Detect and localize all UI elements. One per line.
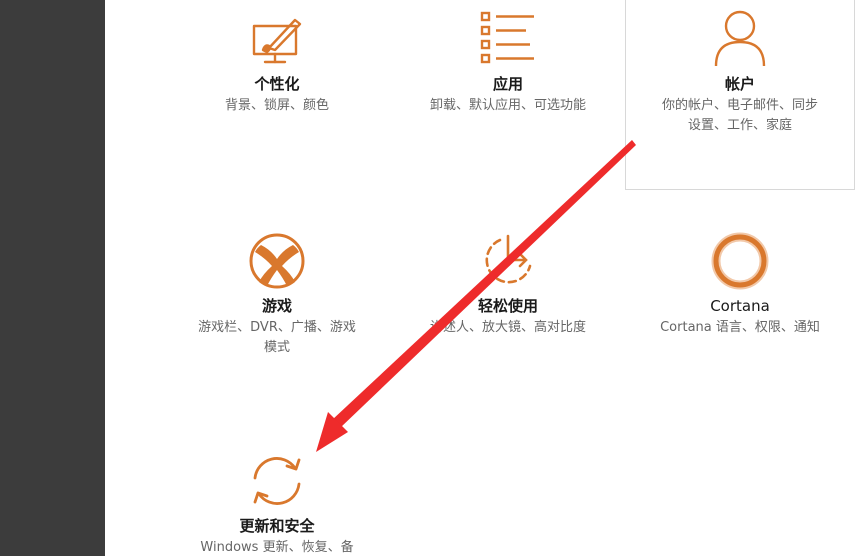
tile-title: 帐户 [724,75,755,93]
settings-window: 个性化 背景、锁屏、颜色 应用 卸载、默认应用、可选功能 帐户 你的帐户、电子邮… [0,0,856,556]
xbox-icon [249,233,305,289]
tile-desc: 讲述人、放大镜、高对比度 [429,320,586,335]
tile-desc: 卸载、默认应用、可选功能 [429,98,586,113]
tile-ease-of-access[interactable]: 轻松使用 讲述人、放大镜、高对比度 [403,232,613,338]
tile-title: 应用 [492,75,523,93]
tile-gaming[interactable]: 游戏 游戏栏、DVR、广播、游戏 模式 [172,232,382,358]
tile-title: Cortana [710,297,770,315]
tile-title: 轻松使用 [477,297,538,315]
tile-desc: 游戏栏、DVR、广播、游戏 [198,320,356,335]
tile-update-security[interactable]: 更新和安全 Windows 更新、恢复、备 [172,452,382,556]
tile-cortana[interactable]: Cortana Cortana 语言、权限、通知 [635,232,845,338]
tile-accounts[interactable]: 帐户 你的帐户、电子邮件、同步 设置、工作、家庭 [635,10,845,136]
cortana-ring-icon [711,232,769,290]
tile-desc-line2: 模式 [263,340,290,355]
tile-title: 更新和安全 [239,517,315,535]
person-icon [714,10,766,67]
ease-of-access-icon [485,234,532,284]
left-panel [0,0,105,556]
personalization-icon [252,18,302,64]
tile-title: 个性化 [254,75,300,93]
apps-list-icon [480,11,534,64]
update-sync-icon [253,457,301,505]
tile-apps[interactable]: 应用 卸载、默认应用、可选功能 [403,10,613,116]
tile-title: 游戏 [261,297,292,315]
tile-desc: Cortana 语言、权限、通知 [660,320,820,335]
tile-desc: Windows 更新、恢复、备 [200,540,354,555]
tile-desc: 你的帐户、电子邮件、同步 [661,98,818,113]
tile-personalization[interactable]: 个性化 背景、锁屏、颜色 [172,12,382,116]
tile-desc: 背景、锁屏、颜色 [224,98,329,113]
tile-desc-line2: 设置、工作、家庭 [687,118,792,133]
